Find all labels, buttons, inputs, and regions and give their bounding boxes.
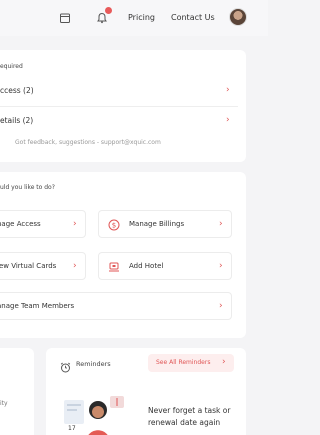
notification-badge [105,7,112,14]
requirement-item-label: etails (2) [0,116,34,125]
view-virtual-cards-button[interactable]: iew Virtual Cards › [0,252,86,280]
left-partial-card: ity [0,348,34,435]
dollar-icon: $ [107,218,120,231]
manage-access-label: nage Access [0,220,41,228]
manage-access-button[interactable]: nage Access › [0,210,86,238]
view-virtual-cards-label: iew Virtual Cards [0,262,57,270]
manage-team-members-button[interactable]: anage Team Members › [0,292,232,320]
manage-billings-button[interactable]: $ Manage Billings › [98,210,232,238]
bell-icon[interactable] [93,7,112,27]
manage-billings-label: Manage Billings [129,220,185,228]
see-all-reminders-label: See All Reminders [156,359,211,366]
reminders-message: Never forget a task or renewal date agai… [148,406,231,427]
requirement-item-label: ccess (2) [0,86,34,95]
top-header: Pricing Contact Us [0,0,268,36]
chevron-right-icon: › [73,261,77,271]
requirement-item-details[interactable]: etails (2) › [0,108,246,134]
add-hotel-button[interactable]: Add Hotel › [98,252,232,280]
requirement-item-access[interactable]: ccess (2) › [0,78,246,104]
see-all-reminders-button[interactable]: See All Reminders › [148,354,234,372]
chevron-right-icon: › [73,219,77,229]
contact-us-link[interactable]: Contact Us [171,13,215,22]
chevron-right-icon: › [219,261,223,271]
requirements-card: equired ccess (2) › etails (2) › Got fee… [0,50,246,162]
chevron-right-icon: › [219,301,223,311]
requirements-section-label: equired [0,63,23,70]
pricing-link[interactable]: Pricing [128,13,155,22]
hotel-icon [107,260,120,273]
reminders-title: Reminders [76,360,111,368]
left-card-text: ity [0,400,8,407]
chevron-right-icon: › [226,85,230,95]
calendar-icon[interactable] [56,9,74,27]
reminders-card: Reminders See All Reminders › 17 Never f… [46,348,246,435]
alarm-clock-icon [60,358,71,373]
actions-section-label: uld you like to do? [0,184,55,191]
avatar[interactable] [229,8,247,26]
chevron-right-icon: › [219,219,223,229]
svg-text:$: $ [111,221,115,229]
reminder-illustration: 17 [62,388,132,435]
feedback-text: Got feedback, suggestions - support@xqui… [15,139,161,146]
chevron-right-icon: › [226,115,230,125]
chevron-right-icon: › [222,357,226,367]
manage-team-members-label: anage Team Members [0,302,75,310]
divider [0,106,238,107]
svg-text:17: 17 [68,425,76,432]
add-hotel-label: Add Hotel [129,262,164,270]
actions-card: uld you like to do? nage Access › $ Mana… [0,172,246,338]
